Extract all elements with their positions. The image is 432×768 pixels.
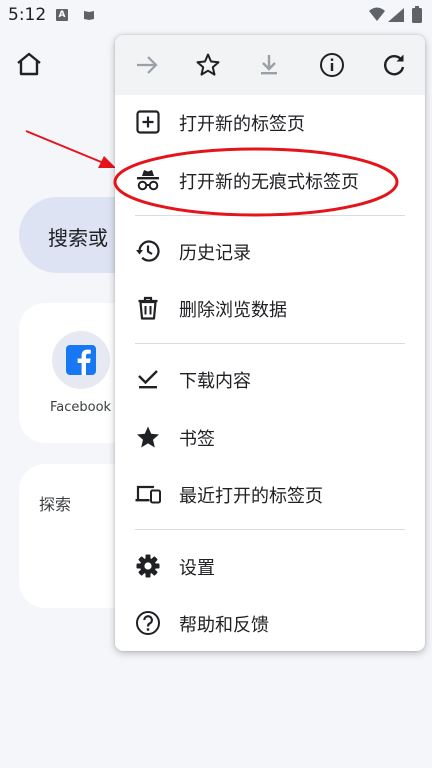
book-notification-icon (84, 11, 94, 20)
app-notification-icon: A (56, 9, 68, 21)
menu-divider (135, 343, 405, 344)
help-icon (136, 611, 160, 635)
menu-item-history[interactable]: 历史记录 (115, 225, 425, 277)
star-filled-icon (137, 426, 159, 448)
menu-item-downloads[interactable]: 下载内容 (115, 353, 425, 405)
menu-item-incognito-tab[interactable]: 打开新的无痕式标签页 (115, 154, 425, 206)
menu-item-bookmarks[interactable]: 书签 (115, 411, 425, 463)
menu-item-label: 帮助和反馈 (179, 615, 269, 636)
trash-icon (138, 296, 158, 320)
incognito-icon (137, 170, 159, 191)
menu-item-label: 书签 (179, 429, 215, 450)
menu-item-label: 打开新的无痕式标签页 (179, 172, 359, 193)
menu-item-new-tab[interactable]: 打开新的标签页 (115, 96, 425, 148)
menu-item-label: 设置 (179, 558, 215, 579)
facebook-icon (66, 345, 96, 375)
menu-item-label: 打开新的标签页 (179, 114, 305, 135)
menu-item-label: 历史记录 (179, 243, 251, 264)
new-tab-icon (136, 110, 160, 134)
menu-item-settings[interactable]: 设置 (115, 540, 425, 592)
overflow-menu: 打开新的标签页 打开新的无痕式标签页 历史记录 删除浏览数据 下载内容 书签 最… (115, 35, 425, 651)
search-placeholder: 搜索或 (48, 226, 108, 250)
download-icon[interactable] (255, 51, 283, 79)
explore-label: 探索 (39, 495, 72, 514)
home-icon[interactable] (14, 50, 44, 78)
downloads-icon (138, 370, 158, 389)
history-icon (136, 240, 160, 262)
menu-item-help-feedback[interactable]: 帮助和反馈 (115, 597, 425, 649)
refresh-icon[interactable] (380, 51, 408, 79)
menu-item-label: 删除浏览数据 (179, 300, 287, 321)
menu-item-clear-browsing-data[interactable]: 删除浏览数据 (115, 282, 425, 334)
arrow-right-icon[interactable] (133, 51, 161, 79)
star-outline-icon[interactable] (194, 51, 222, 79)
devices-icon (135, 485, 161, 504)
menu-divider (135, 529, 405, 530)
settings-icon (136, 554, 160, 578)
menu-divider (135, 215, 405, 216)
info-icon[interactable] (318, 51, 346, 79)
shortcut-label: Facebook (50, 400, 112, 415)
menu-item-recent-tabs[interactable]: 最近打开的标签页 (115, 468, 425, 520)
menu-toolbar (115, 35, 425, 95)
status-bar: 5:12 A (0, 0, 432, 30)
menu-item-label: 最近打开的标签页 (179, 486, 323, 507)
signal-battery-icons (369, 6, 422, 23)
status-time: 5:12 (8, 5, 47, 25)
menu-item-label: 下载内容 (179, 371, 251, 392)
